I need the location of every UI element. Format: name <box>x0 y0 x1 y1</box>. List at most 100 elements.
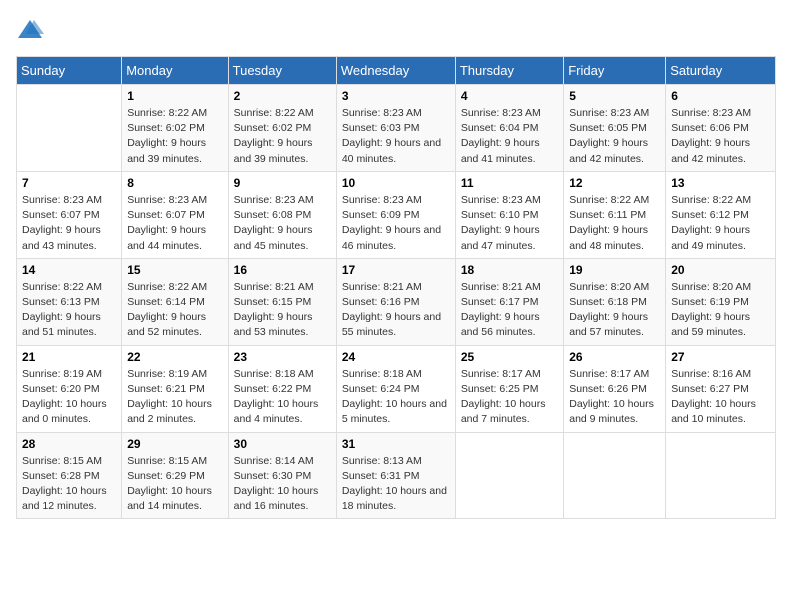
day-info: Sunrise: 8:23 AMSunset: 6:03 PMDaylight:… <box>342 106 450 167</box>
day-number: 15 <box>127 263 222 277</box>
day-number: 4 <box>461 89 558 103</box>
calendar-table: SundayMondayTuesdayWednesdayThursdayFrid… <box>16 56 776 519</box>
day-info: Sunrise: 8:17 AMSunset: 6:25 PMDaylight:… <box>461 367 558 428</box>
day-info: Sunrise: 8:22 AMSunset: 6:12 PMDaylight:… <box>671 193 770 254</box>
day-number: 17 <box>342 263 450 277</box>
day-number: 5 <box>569 89 660 103</box>
day-cell: 8 Sunrise: 8:23 AMSunset: 6:07 PMDaylight… <box>122 171 228 258</box>
header-wednesday: Wednesday <box>336 57 455 85</box>
day-number: 2 <box>234 89 331 103</box>
day-info: Sunrise: 8:18 AMSunset: 6:24 PMDaylight:… <box>342 367 450 428</box>
day-cell: 3Sunrise: 8:23 AMSunset: 6:03 PMDaylight… <box>336 85 455 172</box>
week-row-2: 14 Sunrise: 8:22 AMSunset: 6:13 PMDayligh… <box>17 258 776 345</box>
day-cell: 9 Sunrise: 8:23 AMSunset: 6:08 PMDaylight… <box>228 171 336 258</box>
day-cell: 12 Sunrise: 8:22 AMSunset: 6:11 PMDayligh… <box>564 171 666 258</box>
day-cell <box>666 432 776 519</box>
day-info: Sunrise: 8:21 AMSunset: 6:15 PMDaylight:… <box>234 280 331 341</box>
day-number: 1 <box>127 89 222 103</box>
logo <box>16 16 48 44</box>
day-info: Sunrise: 8:13 AMSunset: 6:31 PMDaylight:… <box>342 454 450 515</box>
day-cell: 5Sunrise: 8:23 AMSunset: 6:05 PMDaylight… <box>564 85 666 172</box>
day-cell: 2 Sunrise: 8:22 AMSunset: 6:02 PMDaylight… <box>228 85 336 172</box>
day-cell: 29Sunrise: 8:15 AMSunset: 6:29 PMDayligh… <box>122 432 228 519</box>
day-number: 19 <box>569 263 660 277</box>
day-cell: 31Sunrise: 8:13 AMSunset: 6:31 PMDayligh… <box>336 432 455 519</box>
day-number: 9 <box>234 176 331 190</box>
day-info: Sunrise: 8:15 AMSunset: 6:29 PMDaylight:… <box>127 454 222 515</box>
day-info: Sunrise: 8:14 AMSunset: 6:30 PMDaylight:… <box>234 454 331 515</box>
day-number: 10 <box>342 176 450 190</box>
day-cell: 7 Sunrise: 8:23 AMSunset: 6:07 PMDaylight… <box>17 171 122 258</box>
day-info: Sunrise: 8:18 AMSunset: 6:22 PMDaylight:… <box>234 367 331 428</box>
day-number: 7 <box>22 176 116 190</box>
day-number: 22 <box>127 350 222 364</box>
header-sunday: Sunday <box>17 57 122 85</box>
day-info: Sunrise: 8:22 AMSunset: 6:02 PMDaylight:… <box>127 106 222 167</box>
day-cell: 1 Sunrise: 8:22 AMSunset: 6:02 PMDaylight… <box>122 85 228 172</box>
day-number: 21 <box>22 350 116 364</box>
day-number: 23 <box>234 350 331 364</box>
day-cell: 22 Sunrise: 8:19 AMSunset: 6:21 PMDayligh… <box>122 345 228 432</box>
day-number: 24 <box>342 350 450 364</box>
day-info: Sunrise: 8:16 AMSunset: 6:27 PMDaylight:… <box>671 367 770 428</box>
day-info: Sunrise: 8:23 AMSunset: 6:09 PMDaylight:… <box>342 193 450 254</box>
day-info: Sunrise: 8:23 AMSunset: 6:08 PMDaylight:… <box>234 193 331 254</box>
day-number: 16 <box>234 263 331 277</box>
day-cell: 6 Sunrise: 8:23 AMSunset: 6:06 PMDaylight… <box>666 85 776 172</box>
day-info: Sunrise: 8:15 AMSunset: 6:28 PMDaylight:… <box>22 454 116 515</box>
day-cell: 13 Sunrise: 8:22 AMSunset: 6:12 PMDayligh… <box>666 171 776 258</box>
day-info: Sunrise: 8:22 AMSunset: 6:14 PMDaylight:… <box>127 280 222 341</box>
day-cell: 11 Sunrise: 8:23 AMSunset: 6:10 PMDayligh… <box>455 171 563 258</box>
day-cell: 21 Sunrise: 8:19 AMSunset: 6:20 PMDayligh… <box>17 345 122 432</box>
day-info: Sunrise: 8:17 AMSunset: 6:26 PMDaylight:… <box>569 367 660 428</box>
day-info: Sunrise: 8:22 AMSunset: 6:13 PMDaylight:… <box>22 280 116 341</box>
header-monday: Monday <box>122 57 228 85</box>
day-number: 25 <box>461 350 558 364</box>
day-number: 26 <box>569 350 660 364</box>
week-row-1: 7 Sunrise: 8:23 AMSunset: 6:07 PMDaylight… <box>17 171 776 258</box>
day-number: 12 <box>569 176 660 190</box>
day-number: 6 <box>671 89 770 103</box>
day-cell: 16 Sunrise: 8:21 AMSunset: 6:15 PMDayligh… <box>228 258 336 345</box>
day-cell: 28 Sunrise: 8:15 AMSunset: 6:28 PMDayligh… <box>17 432 122 519</box>
day-info: Sunrise: 8:23 AMSunset: 6:06 PMDaylight:… <box>671 106 770 167</box>
day-number: 8 <box>127 176 222 190</box>
day-info: Sunrise: 8:21 AMSunset: 6:16 PMDaylight:… <box>342 280 450 341</box>
day-cell <box>17 85 122 172</box>
day-cell: 30 Sunrise: 8:14 AMSunset: 6:30 PMDayligh… <box>228 432 336 519</box>
day-cell: 4 Sunrise: 8:23 AMSunset: 6:04 PMDaylight… <box>455 85 563 172</box>
day-info: Sunrise: 8:23 AMSunset: 6:04 PMDaylight:… <box>461 106 558 167</box>
day-cell: 10 Sunrise: 8:23 AMSunset: 6:09 PMDayligh… <box>336 171 455 258</box>
day-info: Sunrise: 8:21 AMSunset: 6:17 PMDaylight:… <box>461 280 558 341</box>
day-info: Sunrise: 8:23 AMSunset: 6:10 PMDaylight:… <box>461 193 558 254</box>
day-number: 13 <box>671 176 770 190</box>
day-number: 20 <box>671 263 770 277</box>
day-number: 30 <box>234 437 331 451</box>
day-info: Sunrise: 8:19 AMSunset: 6:20 PMDaylight:… <box>22 367 116 428</box>
day-info: Sunrise: 8:22 AMSunset: 6:11 PMDaylight:… <box>569 193 660 254</box>
day-info: Sunrise: 8:20 AMSunset: 6:19 PMDaylight:… <box>671 280 770 341</box>
day-number: 11 <box>461 176 558 190</box>
day-cell: 25 Sunrise: 8:17 AMSunset: 6:25 PMDayligh… <box>455 345 563 432</box>
day-info: Sunrise: 8:23 AMSunset: 6:07 PMDaylight:… <box>22 193 116 254</box>
header-saturday: Saturday <box>666 57 776 85</box>
day-cell: 23 Sunrise: 8:18 AMSunset: 6:22 PMDayligh… <box>228 345 336 432</box>
week-row-4: 28 Sunrise: 8:15 AMSunset: 6:28 PMDayligh… <box>17 432 776 519</box>
header-row: SundayMondayTuesdayWednesdayThursdayFrid… <box>17 57 776 85</box>
day-info: Sunrise: 8:19 AMSunset: 6:21 PMDaylight:… <box>127 367 222 428</box>
day-number: 14 <box>22 263 116 277</box>
day-cell: 15 Sunrise: 8:22 AMSunset: 6:14 PMDayligh… <box>122 258 228 345</box>
day-cell: 14 Sunrise: 8:22 AMSunset: 6:13 PMDayligh… <box>17 258 122 345</box>
day-info: Sunrise: 8:23 AMSunset: 6:07 PMDaylight:… <box>127 193 222 254</box>
header-thursday: Thursday <box>455 57 563 85</box>
day-cell <box>564 432 666 519</box>
day-cell: 27Sunrise: 8:16 AMSunset: 6:27 PMDayligh… <box>666 345 776 432</box>
day-cell: 26 Sunrise: 8:17 AMSunset: 6:26 PMDayligh… <box>564 345 666 432</box>
week-row-0: 1 Sunrise: 8:22 AMSunset: 6:02 PMDaylight… <box>17 85 776 172</box>
day-cell: 18Sunrise: 8:21 AMSunset: 6:17 PMDayligh… <box>455 258 563 345</box>
day-cell: 24 Sunrise: 8:18 AMSunset: 6:24 PMDayligh… <box>336 345 455 432</box>
day-cell <box>455 432 563 519</box>
day-info: Sunrise: 8:22 AMSunset: 6:02 PMDaylight:… <box>234 106 331 167</box>
header-friday: Friday <box>564 57 666 85</box>
day-number: 28 <box>22 437 116 451</box>
